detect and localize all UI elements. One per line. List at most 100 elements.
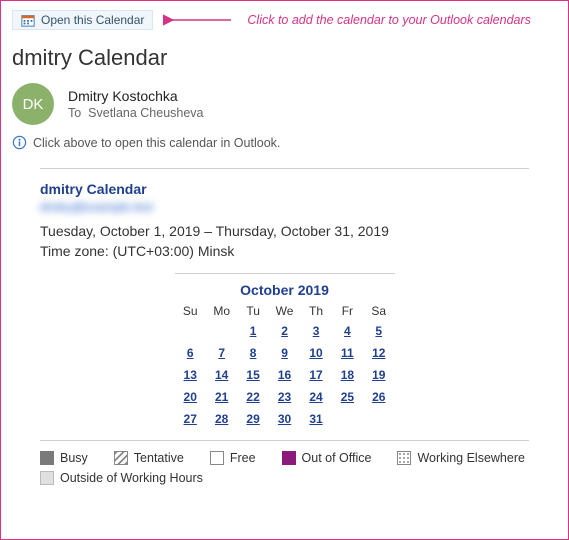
calendar-day-link[interactable]: 14 [215,368,228,382]
calendar-day-link[interactable]: 2 [281,324,288,338]
legend: Busy Tentative Free Out of Office Workin… [40,440,529,485]
weekday-header: Tu [237,302,268,320]
calendar-day-link[interactable]: 27 [184,412,197,426]
calendar-day-cell: 23 [269,386,301,408]
legend-tentative: Tentative [114,451,184,465]
calendar-day-link[interactable]: 13 [184,368,197,382]
calendar-day-cell [206,320,238,342]
toolbar: Open this Calendar Click to add the cale… [12,9,557,31]
calendar-day-cell: 8 [237,342,268,364]
legend-tentative-label: Tentative [134,451,184,465]
calendar-day-link[interactable]: 9 [281,346,288,360]
month-grid-body: 1234567891011121314151617181920212223242… [175,320,395,430]
calendar-day-link[interactable]: 17 [309,368,322,382]
info-bar: Click above to open this calendar in Out… [12,135,557,150]
calendar-owner-email: dmitry@example.test [40,200,200,214]
calendar-day-link[interactable]: 6 [187,346,194,360]
weekday-header: Th [300,302,331,320]
calendar-day-cell: 5 [363,320,394,342]
calendar-day-link[interactable]: 19 [372,368,385,382]
calendar-day-link[interactable]: 15 [246,368,259,382]
working-elsewhere-swatch-icon [397,451,411,465]
month-title: October 2019 [175,282,395,298]
calendar-day-link[interactable]: 30 [278,412,291,426]
legend-busy-label: Busy [60,451,88,465]
calendar-day-cell: 25 [332,386,363,408]
calendar-day-cell: 11 [332,342,363,364]
calendar-day-link[interactable]: 22 [246,390,259,404]
calendar-day-cell: 13 [175,364,206,386]
annotation-arrow-wrap: Click to add the calendar to your Outloo… [163,12,557,28]
calendar-day-cell: 4 [332,320,363,342]
calendar-day-cell: 19 [363,364,394,386]
calendar-week-row: 27 28 29 30 31 [175,408,395,430]
calendar-day-link[interactable]: 28 [215,412,228,426]
calendar-week-row: 6 7 8 9 10 11 12 [175,342,395,364]
calendar-day-link[interactable]: 16 [278,368,291,382]
date-range: Tuesday, October 1, 2019 – Thursday, Oct… [40,223,529,239]
legend-free: Free [210,451,256,465]
calendar-day-link[interactable]: 8 [250,346,257,360]
open-calendar-button[interactable]: Open this Calendar [12,10,153,30]
calendar-day-link[interactable]: 12 [372,346,385,360]
calendar-day-link[interactable]: 7 [218,346,225,360]
weekday-header: Su [175,302,206,320]
calendar-day-cell: 17 [300,364,331,386]
calendar-day-cell: 3 [300,320,331,342]
legend-working-elsewhere: Working Elsewhere [397,451,524,465]
calendar-day-cell: 16 [269,364,301,386]
calendar-day-cell: 7 [206,342,238,364]
legend-outside-hours-label: Outside of Working Hours [60,471,203,485]
weekday-header: Fr [332,302,363,320]
calendar-name: dmitry Calendar [40,181,529,197]
calendar-day-cell: 18 [332,364,363,386]
avatar: DK [12,83,54,125]
calendar-day-link[interactable]: 11 [341,346,354,360]
annotation-arrow-icon [163,12,233,28]
calendar-day-cell: 9 [269,342,301,364]
calendar-day-cell: 31 [300,408,331,430]
weekday-header: Sa [363,302,394,320]
weekday-header-row: SuMoTuWeThFrSa [175,302,395,320]
weekday-header: Mo [206,302,238,320]
calendar-day-link[interactable]: 4 [344,324,351,338]
calendar-day-cell: 14 [206,364,238,386]
calendar-day-cell: 24 [300,386,331,408]
calendar-day-link[interactable]: 29 [246,412,259,426]
info-icon [12,135,27,150]
calendar-day-cell [363,408,394,430]
tentative-swatch-icon [114,451,128,465]
calendar-day-link[interactable]: 26 [372,390,385,404]
info-bar-text: Click above to open this calendar in Out… [33,136,280,150]
calendar-day-link[interactable]: 25 [341,390,354,404]
calendar-day-link[interactable]: 10 [309,346,322,360]
calendar-day-cell [332,408,363,430]
calendar-day-link[interactable]: 24 [309,390,322,404]
calendar-week-row: 20 21 22 23 24 25 26 [175,386,395,408]
sender-row: DK Dmitry Kostochka To Svetlana Cheushev… [12,83,557,125]
busy-swatch-icon [40,451,54,465]
calendar-day-cell: 1 [237,320,268,342]
calendar-day-cell: 27 [175,408,206,430]
calendar-day-link[interactable]: 18 [341,368,354,382]
calendar-day-cell: 2 [269,320,301,342]
calendar-day-link[interactable]: 20 [184,390,197,404]
open-calendar-label: Open this Calendar [41,12,144,28]
calendar-day-link[interactable]: 1 [250,324,257,338]
calendar-day-cell: 21 [206,386,238,408]
recipient-line: To Svetlana Cheusheva [68,106,204,120]
calendar-day-cell: 26 [363,386,394,408]
calendar-day-link[interactable]: 31 [309,412,322,426]
calendar-day-cell: 30 [269,408,301,430]
calendar-day-link[interactable]: 5 [375,324,382,338]
avatar-initials: DK [23,96,44,113]
calendar-day-link[interactable]: 23 [278,390,291,404]
calendar-day-link[interactable]: 21 [215,390,228,404]
timezone: Time zone: (UTC+03:00) Minsk [40,243,529,259]
recipient-name: Svetlana Cheusheva [88,106,203,120]
month-grid: SuMoTuWeThFrSa 1234567891011121314151617… [175,302,395,430]
legend-out-of-office-label: Out of Office [302,451,372,465]
calendar-week-row: 13 14 15 16 17 18 19 [175,364,395,386]
calendar-day-cell [175,320,206,342]
calendar-day-link[interactable]: 3 [313,324,320,338]
